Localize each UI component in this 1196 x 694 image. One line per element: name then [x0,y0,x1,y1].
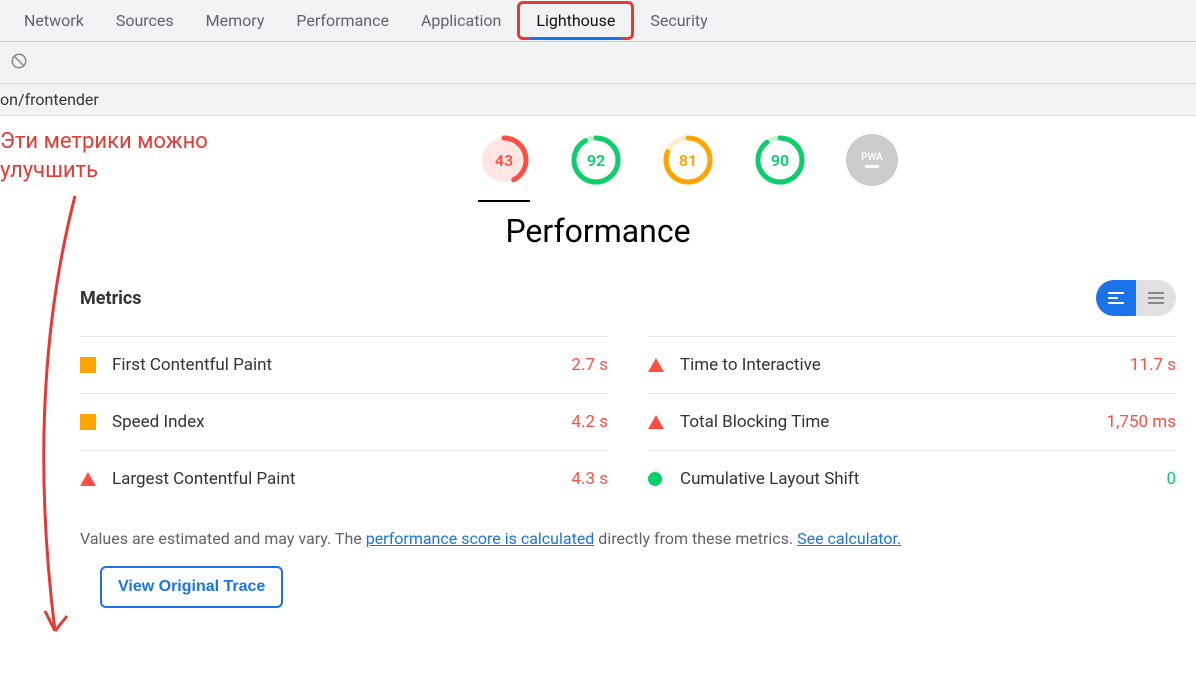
view-original-trace-button[interactable]: View Original Trace [100,566,283,608]
section-title: Performance [20,212,1176,250]
tab-lighthouse[interactable]: Lighthouse [517,1,634,40]
circle-green-icon [648,471,664,487]
annotation-text: Эти метрики можно улучшить [0,128,220,185]
metric-value: 0 [1166,469,1176,489]
metric-value: 1,750 ms [1107,412,1176,432]
metric-value: 4.2 s [571,412,608,432]
score-calc-link[interactable]: performance score is calculated [366,529,595,548]
metric-row[interactable]: Cumulative Layout Shift0 [648,450,1176,507]
view-toggle [1096,280,1176,316]
metric-value: 4.3 s [571,469,608,489]
block-icon[interactable] [10,52,28,74]
metric-label: Cumulative Layout Shift [680,469,1166,489]
gauge-accessibility[interactable]: 92 [570,134,622,202]
tab-sources[interactable]: Sources [100,1,190,40]
metric-row[interactable]: Largest Contentful Paint4.3 s [80,450,608,507]
metric-value: 11.7 s [1130,355,1176,375]
tab-network[interactable]: Network [8,1,100,40]
metric-row[interactable]: Speed Index4.2 s [80,393,608,450]
metric-row[interactable]: Total Blocking Time1,750 ms [648,393,1176,450]
metric-label: Largest Contentful Paint [112,469,571,489]
devtools-tabs: Network Sources Memory Performance Appli… [0,0,1196,42]
expand-view-button[interactable] [1136,280,1176,316]
metrics-footnote: Values are estimated and may vary. The p… [80,529,1176,548]
gauge-performance[interactable]: 43 [478,134,530,202]
metric-row[interactable]: Time to Interactive11.7 s [648,336,1176,393]
url-bar: on/frontender [0,84,1196,116]
collapse-view-button[interactable] [1096,280,1136,316]
gauge-pwa[interactable]: PWA [846,134,898,202]
tab-application[interactable]: Application [405,1,517,40]
toolbar [0,42,1196,84]
score-gauges: 43 92 81 90 PWA [200,134,1176,202]
metric-label: First Contentful Paint [112,355,571,375]
gauge-best-practices[interactable]: 81 [662,134,714,202]
triangle-red-icon [648,414,664,430]
annotation-arrow-icon [15,191,95,661]
metric-label: Time to Interactive [680,355,1130,375]
tab-performance[interactable]: Performance [280,1,405,40]
triangle-red-icon [648,357,664,373]
metric-value: 2.7 s [571,355,608,375]
tab-memory[interactable]: Memory [190,1,281,40]
gauge-seo[interactable]: 90 [754,134,806,202]
metric-row[interactable]: First Contentful Paint2.7 s [80,336,608,393]
see-calculator-link[interactable]: See calculator. [797,529,901,548]
metric-label: Total Blocking Time [680,412,1107,432]
metric-label: Speed Index [112,412,571,432]
tab-security[interactable]: Security [634,1,723,40]
